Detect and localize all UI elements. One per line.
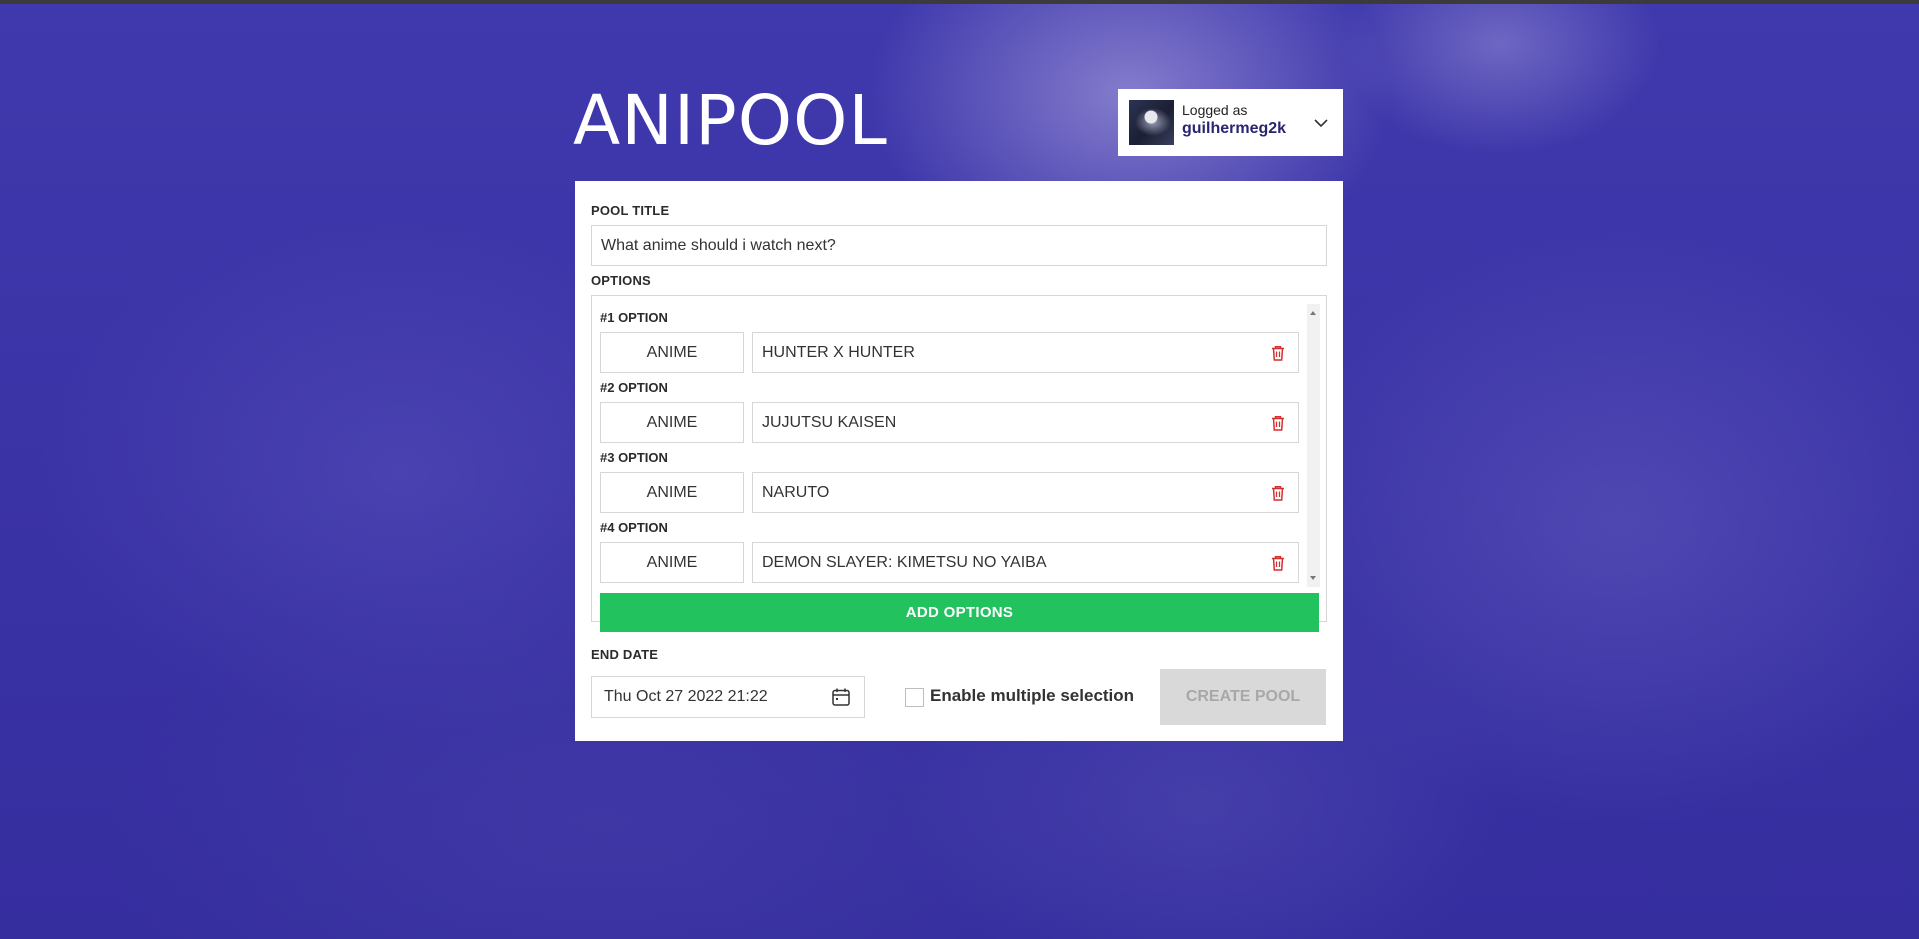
end-date-field[interactable] (591, 676, 865, 718)
option-name-input[interactable] (753, 473, 1253, 512)
calendar-icon[interactable] (831, 687, 851, 707)
trash-icon[interactable] (1269, 484, 1287, 502)
options-label: OPTIONS (591, 273, 651, 288)
option-type-selector[interactable]: ANIME (600, 332, 744, 373)
option-label: #3 OPTION (600, 450, 668, 465)
logged-as-label: Logged as (1182, 102, 1248, 118)
trash-icon[interactable] (1269, 554, 1287, 572)
create-pool-button[interactable]: CREATE POOL (1160, 669, 1326, 725)
end-date-label: END DATE (591, 647, 659, 662)
pool-title-input[interactable] (591, 225, 1327, 266)
option-name-input[interactable] (753, 543, 1253, 582)
option-name-input[interactable] (753, 333, 1253, 372)
scroll-down-arrow-icon[interactable] (1310, 576, 1316, 580)
add-options-button[interactable]: ADD OPTIONS (600, 593, 1319, 632)
multiple-selection-checkbox[interactable] (905, 688, 924, 707)
option-type-selector[interactable]: ANIME (600, 402, 744, 443)
option-name-field[interactable] (752, 332, 1299, 373)
option-name-field[interactable] (752, 542, 1299, 583)
trash-icon[interactable] (1269, 414, 1287, 432)
end-date-input[interactable] (592, 677, 812, 717)
app-logo: ANIPOOL (573, 81, 888, 161)
scroll-up-arrow-icon[interactable] (1310, 311, 1316, 315)
user-menu[interactable]: Logged as guilhermeg2k (1118, 89, 1343, 156)
option-label: #4 OPTION (600, 520, 668, 535)
option-type-selector[interactable]: ANIME (600, 472, 744, 513)
option-name-input[interactable] (753, 403, 1253, 442)
multiple-selection-label[interactable]: Enable multiple selection (930, 686, 1134, 706)
option-name-field[interactable] (752, 472, 1299, 513)
chevron-down-icon[interactable] (1313, 115, 1329, 131)
avatar (1129, 100, 1174, 145)
options-scrollbar[interactable] (1307, 304, 1320, 587)
option-name-field[interactable] (752, 402, 1299, 443)
options-list: #1 OPTION ANIME #2 OPTION ANIME #3 OPTIO… (591, 295, 1327, 632)
option-label: #1 OPTION (600, 310, 668, 325)
option-label: #2 OPTION (600, 380, 668, 395)
pool-title-label: POOL TITLE (591, 203, 670, 218)
username: guilhermeg2k (1182, 120, 1287, 137)
create-pool-form: POOL TITLE OPTIONS #1 OPTION ANIME #2 OP… (575, 181, 1343, 741)
trash-icon[interactable] (1269, 344, 1287, 362)
option-type-selector[interactable]: ANIME (600, 542, 744, 583)
